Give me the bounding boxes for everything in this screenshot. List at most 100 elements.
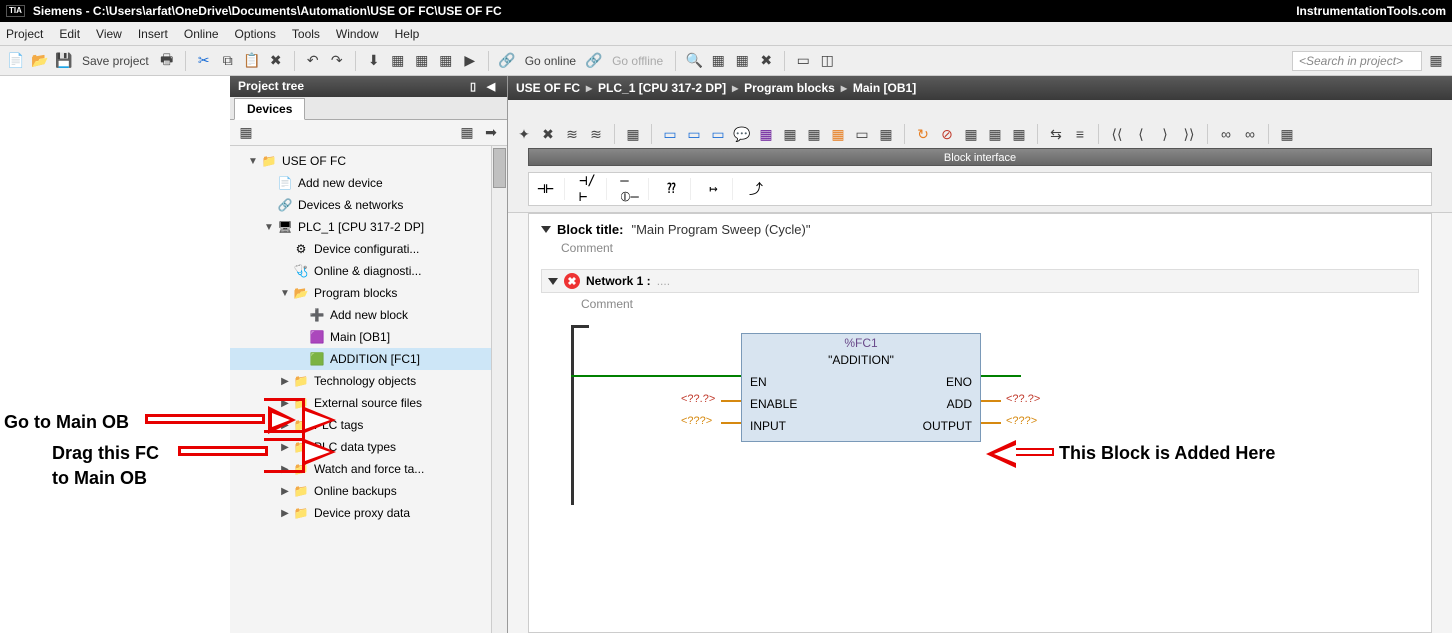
hw-icon[interactable]: ▦ [388,51,408,71]
et-icon[interactable]: ⟨ [1131,124,1151,144]
expander-icon[interactable]: ▶ [278,442,292,453]
redo-icon[interactable]: ↷ [327,51,347,71]
et-icon[interactable]: ▦ [1009,124,1029,144]
collapse-icon[interactable] [541,226,551,233]
tree-item[interactable]: 📄Add new device [230,172,507,194]
devices-tab[interactable]: Devices [234,98,305,120]
menu-view[interactable]: View [96,27,122,41]
save-project-button[interactable]: Save project [78,54,153,68]
tree-item[interactable]: 🔗Devices & networks [230,194,507,216]
tree-view-icon[interactable]: ▦ [236,123,256,143]
expander-icon[interactable]: ▶ [278,486,292,497]
tb-icon-3[interactable]: ▦ [732,51,752,71]
branch-close-icon[interactable]: ⤴ [747,178,775,200]
new-project-icon[interactable]: 📄 [6,51,26,71]
et-icon[interactable]: ▦ [756,124,776,144]
pin-icon[interactable]: ▯ [465,78,481,94]
expander-icon[interactable]: ▼ [246,156,260,167]
network-header[interactable]: ✖ Network 1 : .... [541,269,1419,293]
et-icon[interactable]: ▭ [660,124,680,144]
placeholder-output[interactable]: <???> [1006,415,1037,427]
collapse-icon[interactable] [548,278,558,285]
bc-1[interactable]: USE OF FC [516,81,580,95]
et-icon[interactable]: ▭ [708,124,728,144]
et-icon[interactable]: ✦ [514,124,534,144]
tree-item[interactable]: ▼📁USE OF FC [230,150,507,172]
split-h-icon[interactable]: ▭ [793,51,813,71]
et-icon[interactable]: ↻ [913,124,933,144]
et-icon[interactable]: ▦ [985,124,1005,144]
tree-item[interactable]: ➕Add new block [230,304,507,326]
compile-icon[interactable]: ▦ [412,51,432,71]
tree-item[interactable]: 🩺Online & diagnosti... [230,260,507,282]
menu-help[interactable]: Help [395,27,420,41]
port-add[interactable]: ADD [923,397,972,411]
undo-icon[interactable]: ↶ [303,51,323,71]
go-online-button[interactable]: Go online [521,54,580,68]
copy-icon[interactable]: ⧉ [218,51,238,71]
tree-grid-icon[interactable]: ▦ [457,123,477,143]
et-icon[interactable]: ▦ [961,124,981,144]
coil-icon[interactable]: –⦶– [621,178,649,200]
run-icon[interactable]: ▶ [460,51,480,71]
menu-insert[interactable]: Insert [138,27,168,41]
port-input[interactable]: INPUT [750,419,797,433]
go-online-icon[interactable]: 🔗 [497,51,517,71]
bc-4[interactable]: Main [OB1] [853,81,916,95]
expander-icon[interactable]: ▼ [262,222,276,233]
block-comment[interactable]: Comment [561,241,1419,255]
search-go-icon[interactable]: ▦ [1426,51,1446,71]
menu-options[interactable]: Options [235,27,276,41]
et-icon[interactable]: 💬 [732,124,752,144]
et-icon[interactable]: ▦ [804,124,824,144]
menu-online[interactable]: Online [184,27,219,41]
empty-box-icon[interactable]: ⁇ [663,178,691,200]
port-output[interactable]: OUTPUT [923,419,972,433]
tree-item[interactable]: ▼🖥PLC_1 [CPU 317-2 DP] [230,216,507,238]
cut-icon[interactable]: ✂ [194,51,214,71]
paste-icon[interactable]: 📋 [242,51,262,71]
et-icon[interactable]: ▦ [623,124,643,144]
cross-icon[interactable]: ✖ [756,51,776,71]
save-icon[interactable]: 💾 [54,51,74,71]
fc-call-block[interactable]: %FC1 "ADDITION" EN ENABLE INPUT ENO ADD … [741,333,981,442]
contact-no-icon[interactable]: ⊣⊢ [537,178,565,200]
download-icon[interactable]: ⬇ [364,51,384,71]
et-icon[interactable]: ▦ [828,124,848,144]
et-icon[interactable]: ⟩⟩ [1179,124,1199,144]
tree-item[interactable]: 🟩ADDITION [FC1] [230,348,507,370]
et-icon[interactable]: ▦ [780,124,800,144]
et-icon[interactable]: ∞ [1240,124,1260,144]
tree-item[interactable]: 🟪Main [OB1] [230,326,507,348]
branch-icon[interactable]: ↦ [705,178,733,200]
tree-item[interactable]: ▼📂Program blocks [230,282,507,304]
port-en[interactable]: EN [750,375,797,389]
placeholder-add[interactable]: <??.?> [1006,393,1040,405]
et-icon[interactable]: ≋ [562,124,582,144]
et-icon[interactable]: ▭ [852,124,872,144]
expander-icon[interactable]: ▶ [278,376,292,387]
block-interface-bar[interactable]: Block interface [528,148,1432,166]
expander-icon[interactable]: ▶ [278,508,292,519]
et-icon[interactable]: ⊘ [937,124,957,144]
tree-item[interactable]: ▶📁Device proxy data [230,502,507,524]
print-icon[interactable]: 🖶 [157,51,177,71]
collapse-left-icon[interactable]: ◀ [483,78,499,94]
search-input[interactable]: <Search in project> [1292,51,1422,71]
et-icon[interactable]: ▭ [684,124,704,144]
bc-2[interactable]: PLC_1 [CPU 317-2 DP] [598,81,726,95]
placeholder-enable[interactable]: <??.?> [681,393,715,405]
et-icon[interactable]: ⇆ [1046,124,1066,144]
et-icon[interactable]: ≋ [586,124,606,144]
bc-3[interactable]: Program blocks [744,81,835,95]
menu-edit[interactable]: Edit [59,27,80,41]
accessible-devices-icon[interactable]: 🔍 [684,51,704,71]
port-enable[interactable]: ENABLE [750,397,797,411]
et-icon[interactable]: ▦ [1277,124,1297,144]
sim-icon[interactable]: ▦ [436,51,456,71]
expander-icon[interactable]: ▼ [278,288,292,299]
open-project-icon[interactable]: 📂 [30,51,50,71]
tree-item[interactable]: ▶📁Online backups [230,480,507,502]
placeholder-input[interactable]: <???> [681,415,712,427]
tree-item[interactable]: ▶📁Technology objects [230,370,507,392]
